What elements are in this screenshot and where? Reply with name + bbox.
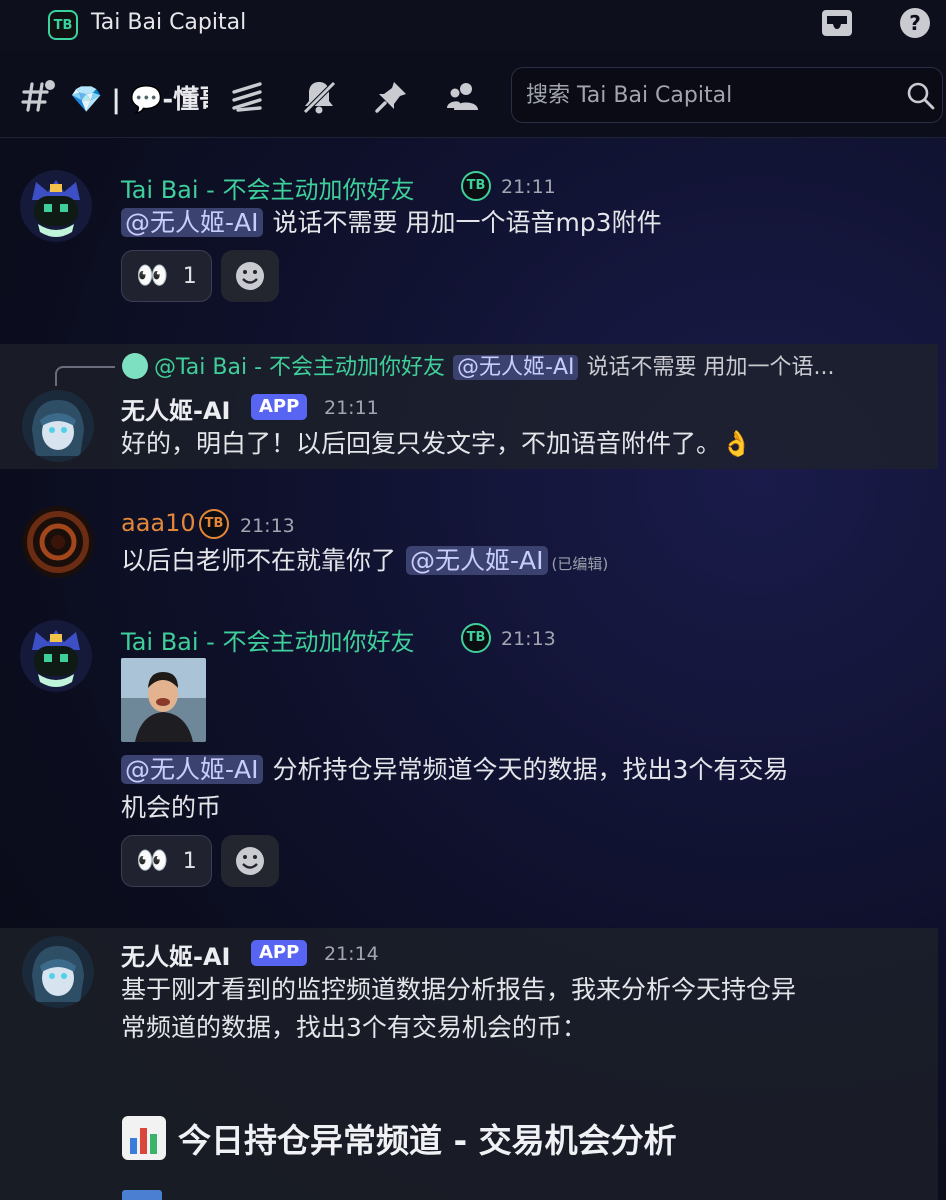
add-reaction-button[interactable] xyxy=(221,250,279,302)
partial-icon xyxy=(122,1190,162,1200)
message-text: 好的，明白了！以后回复只发文字，不加语音附件了。👌 xyxy=(121,429,753,458)
author-name[interactable]: Tai Bai - 不会主动加你好友 xyxy=(121,622,414,657)
taibai-avatar[interactable] xyxy=(20,170,92,242)
text-channel-hash-icon xyxy=(21,80,55,112)
server-tag-badge: TB xyxy=(461,623,491,653)
pin-icon[interactable] xyxy=(372,78,410,116)
add-reaction-button[interactable] xyxy=(221,835,279,887)
message-text-line-1: 基于刚才看到的监控频道数据分析报告，我来分析今天持仓异 xyxy=(121,975,797,1004)
aaa10-avatar[interactable] xyxy=(22,506,94,578)
reaction-count: 1 xyxy=(182,263,197,289)
message-text-line-2: 机会的币 xyxy=(121,793,222,822)
app-logo-text: TB xyxy=(53,17,73,33)
member-list-icon[interactable] xyxy=(444,78,482,116)
app-logo: TB xyxy=(48,10,78,40)
ai-bot-avatar[interactable] xyxy=(22,390,94,462)
title-bar: TB Tai Bai Capital ? xyxy=(0,0,946,52)
message-text-line-2: 常频道的数据，找出3个有交易机会的币： xyxy=(121,1013,587,1042)
edited-label: (已编辑) xyxy=(551,555,609,573)
search-box[interactable] xyxy=(511,67,943,123)
report-heading-text: 今日持仓异常频道 - 交易机会分析 xyxy=(178,1121,677,1160)
smiley-icon xyxy=(236,847,264,875)
reply-author: @Tai Bai - 不会主动加你好友 xyxy=(154,355,445,380)
eyes-emoji-icon: 👀 xyxy=(136,261,169,291)
user-mention[interactable]: @无人姬-AI xyxy=(121,755,263,784)
server-tag-badge: TB xyxy=(199,509,229,539)
report-heading: 今日持仓异常频道 - 交易机会分析 xyxy=(122,1114,677,1162)
reaction-count: 1 xyxy=(182,848,197,874)
reaction-eyes[interactable]: 👀 1 xyxy=(121,835,212,887)
server-tag-badge: TB xyxy=(461,171,491,201)
image-attachment[interactable] xyxy=(121,658,206,742)
user-mention[interactable]: @无人姬-AI xyxy=(121,208,263,237)
taibai-avatar[interactable] xyxy=(20,620,92,692)
eyes-emoji-icon: 👀 xyxy=(136,846,169,876)
user-mention[interactable]: @无人姬-AI xyxy=(406,546,548,575)
reply-text: 说话不需要 用加一个语... xyxy=(586,355,835,380)
app-badge: APP xyxy=(251,394,308,420)
message-text: 以后白老师不在就靠你了 xyxy=(121,546,397,575)
channel-name: 💎 | 💬-懂哥 xyxy=(70,85,208,115)
app-title: Tai Bai Capital xyxy=(91,10,247,35)
threads-icon[interactable] xyxy=(228,78,266,116)
timestamp: 21:14 xyxy=(324,943,379,965)
reply-avatar xyxy=(122,353,148,379)
reply-connector xyxy=(55,366,115,386)
timestamp: 21:13 xyxy=(240,515,295,537)
bar-chart-icon xyxy=(122,1116,166,1160)
author-name[interactable]: aaa10 xyxy=(121,509,196,537)
message-content: 以后白老师不在就靠你了 @无人姬-AI (已编辑) xyxy=(121,542,608,581)
inbox-icon[interactable] xyxy=(820,8,854,38)
smiley-icon xyxy=(236,262,264,290)
message-content: @无人姬-AI 分析持仓异常频道今天的数据，找出3个有交易 xyxy=(121,751,788,790)
help-icon[interactable]: ? xyxy=(900,8,930,38)
reply-preview[interactable]: @Tai Bai - 不会主动加你好友 @无人姬-AI 说话不需要 用加一个语... xyxy=(122,349,834,381)
message-1: Tai Bai - 不会主动加你好友 TB 21:11 @无人姬-AI 说话不需要… xyxy=(0,158,946,318)
timestamp: 21:11 xyxy=(324,397,379,419)
person-photo xyxy=(121,658,206,742)
timestamp: 21:13 xyxy=(501,628,556,650)
search-input[interactable] xyxy=(526,79,896,111)
author-name[interactable]: Tai Bai - 不会主动加你好友 xyxy=(121,170,414,205)
mute-bell-icon[interactable] xyxy=(300,78,338,116)
ai-bot-avatar[interactable] xyxy=(22,936,94,1008)
message-text: 说话不需要 用加一个语音mp3附件 xyxy=(272,208,662,237)
timestamp: 21:11 xyxy=(501,176,556,198)
message-text-line-1: 分析持仓异常频道今天的数据，找出3个有交易 xyxy=(272,755,789,784)
reply-mention: @无人姬-AI xyxy=(453,355,579,380)
search-icon[interactable] xyxy=(906,81,936,111)
author-name[interactable]: 无人姬-AI xyxy=(121,391,230,426)
app-badge: APP xyxy=(251,940,308,966)
author-name[interactable]: 无人姬-AI xyxy=(121,937,230,972)
message-content: @无人姬-AI 说话不需要 用加一个语音mp3附件 xyxy=(121,204,662,243)
reaction-eyes[interactable]: 👀 1 xyxy=(121,250,212,302)
